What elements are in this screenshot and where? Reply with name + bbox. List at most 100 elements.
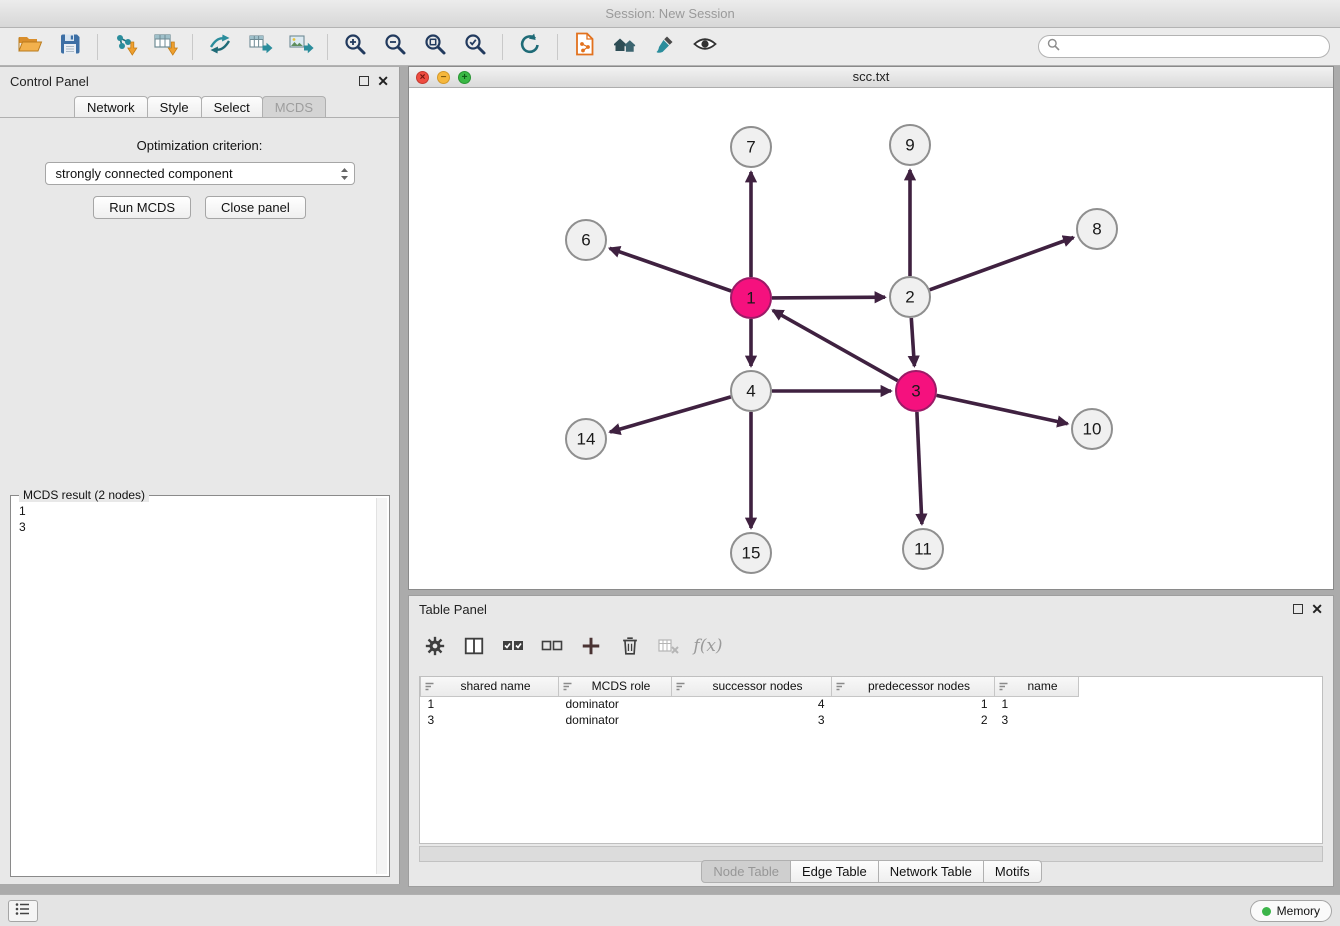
import-network-button[interactable]	[105, 31, 145, 63]
zoom-out-button[interactable]	[375, 31, 415, 63]
edge-1-2[interactable]	[772, 297, 885, 298]
node-9[interactable]: 9	[890, 125, 930, 165]
network-document-button[interactable]	[565, 31, 605, 63]
add-row-icon[interactable]	[579, 634, 603, 658]
node-7[interactable]: 7	[731, 127, 771, 167]
edge-2-8[interactable]	[930, 238, 1074, 290]
float-window-icon[interactable]	[1293, 604, 1303, 614]
node-1[interactable]: 1	[731, 278, 771, 318]
tab-network-table[interactable]: Network Table	[878, 860, 984, 883]
node-4[interactable]: 4	[731, 371, 771, 411]
memory-status-icon	[1262, 907, 1271, 916]
export-image-button[interactable]	[280, 31, 320, 63]
table-cell[interactable]: 1	[995, 696, 1079, 712]
style-brush-button[interactable]	[645, 31, 685, 63]
node-3[interactable]: 3	[896, 371, 936, 411]
edge-3-11[interactable]	[917, 412, 922, 524]
close-icon[interactable]: ✕	[1311, 603, 1323, 615]
edge-1-6[interactable]	[610, 248, 732, 291]
table-cell[interactable]: 1	[421, 696, 559, 712]
result-item[interactable]: 3	[19, 519, 381, 535]
mcds-result-list[interactable]: 13	[11, 496, 389, 542]
column-header[interactable]: predecessor nodes	[832, 677, 995, 696]
node-6[interactable]: 6	[566, 220, 606, 260]
column-header[interactable]: name	[995, 677, 1079, 696]
minimize-window-icon[interactable]: −	[437, 71, 450, 84]
zoom-selected-button[interactable]	[455, 31, 495, 63]
column-header[interactable]: successor nodes	[672, 677, 832, 696]
table-cell[interactable]: 4	[672, 696, 832, 712]
refresh-icon	[517, 31, 543, 62]
maximize-window-icon[interactable]: +	[458, 71, 471, 84]
edge-4-14[interactable]	[610, 397, 731, 432]
edge-3-1[interactable]	[773, 310, 898, 380]
network-canvas[interactable]: 7 9 6 8 1 2 4 3 14 10 15 11	[409, 88, 1333, 589]
table-cell[interactable]: 3	[421, 712, 559, 728]
node-10[interactable]: 10	[1072, 409, 1112, 449]
search-field[interactable]	[1038, 35, 1330, 58]
home-button[interactable]	[605, 31, 645, 63]
save-session-button[interactable]	[50, 31, 90, 63]
node-15[interactable]: 15	[731, 533, 771, 573]
close-panel-button[interactable]: Close panel	[205, 196, 306, 219]
table-panel: Table Panel ✕	[408, 595, 1334, 887]
node-table-area: shared nameMCDS rolesuccessor nodesprede…	[419, 676, 1323, 844]
edge-2-3[interactable]	[911, 318, 914, 366]
tab-node-table[interactable]: Node Table	[701, 860, 791, 883]
table-cell[interactable]: dominator	[559, 696, 672, 712]
tab-motifs[interactable]: Motifs	[983, 860, 1042, 883]
edge-3-10[interactable]	[937, 395, 1068, 423]
zoom-fit-button[interactable]	[415, 31, 455, 63]
task-history-button[interactable]	[8, 900, 38, 922]
columns-icon[interactable]	[462, 634, 486, 658]
svg-text:7: 7	[746, 137, 755, 156]
zoom-in-icon	[343, 32, 367, 61]
zoom-selected-icon	[463, 32, 487, 61]
node-8[interactable]: 8	[1077, 209, 1117, 249]
refresh-button[interactable]	[510, 31, 550, 63]
table-cell[interactable]: 3	[995, 712, 1079, 728]
list-icon	[15, 902, 31, 921]
toolbar-separator	[557, 34, 558, 60]
table-cell[interactable]: 1	[832, 696, 995, 712]
tab-mcds[interactable]: MCDS	[262, 96, 326, 117]
tab-select[interactable]: Select	[201, 96, 263, 117]
table-cell[interactable]: dominator	[559, 712, 672, 728]
node-2[interactable]: 2	[890, 277, 930, 317]
table-cell[interactable]: 2	[832, 712, 995, 728]
unselect-all-icon[interactable]	[540, 634, 564, 658]
zoom-in-button[interactable]	[335, 31, 375, 63]
toolbar-separator	[327, 34, 328, 60]
delete-table-icon	[657, 634, 681, 658]
run-mcds-button[interactable]: Run MCDS	[93, 196, 191, 219]
svg-text:3: 3	[911, 381, 920, 400]
tab-style[interactable]: Style	[147, 96, 202, 117]
svg-text:14: 14	[577, 429, 596, 448]
node-11[interactable]: 11	[903, 529, 943, 569]
table-row[interactable]: 1dominator411	[421, 696, 1079, 712]
trash-icon[interactable]	[618, 634, 642, 658]
tab-edge-table[interactable]: Edge Table	[790, 860, 879, 883]
result-item[interactable]: 1	[19, 503, 381, 519]
result-scrollbar[interactable]	[376, 498, 387, 874]
import-table-button[interactable]	[145, 31, 185, 63]
close-window-icon[interactable]: ×	[416, 71, 429, 84]
eye-button[interactable]	[685, 31, 725, 63]
export-network-button[interactable]	[200, 31, 240, 63]
gear-icon[interactable]	[423, 634, 447, 658]
column-header[interactable]: MCDS role	[559, 677, 672, 696]
node-14[interactable]: 14	[566, 419, 606, 459]
select-all-icon[interactable]	[501, 634, 525, 658]
memory-button[interactable]: Memory	[1250, 900, 1332, 922]
search-input[interactable]	[1065, 40, 1321, 54]
open-folder-button[interactable]	[10, 31, 50, 63]
tab-network[interactable]: Network	[74, 96, 148, 117]
criterion-dropdown[interactable]: strongly connected component	[45, 162, 355, 185]
close-icon[interactable]: ✕	[377, 75, 389, 87]
column-header[interactable]: shared name	[421, 677, 559, 696]
table-cell[interactable]: 3	[672, 712, 832, 728]
table-row[interactable]: 3dominator323	[421, 712, 1079, 728]
export-table-button[interactable]	[240, 31, 280, 63]
network-window-titlebar[interactable]: × − + scc.txt	[409, 67, 1333, 88]
float-window-icon[interactable]	[359, 76, 369, 86]
